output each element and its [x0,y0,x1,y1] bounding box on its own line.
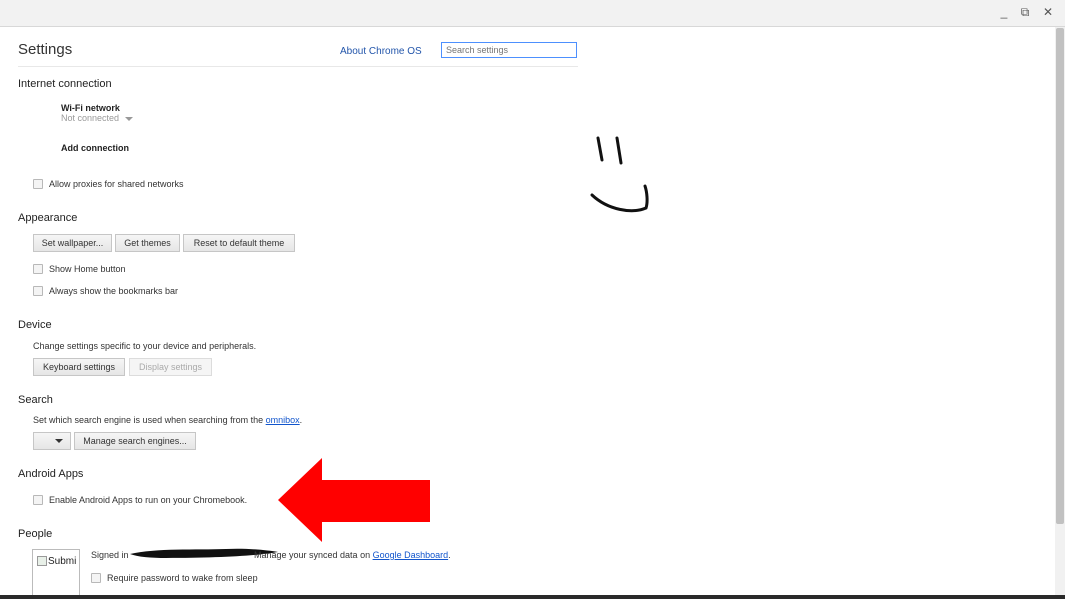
show-home-label[interactable]: Show Home button [49,264,126,274]
chevron-down-icon[interactable] [124,117,133,121]
title-bar [0,0,1065,27]
search-section-title: Search [18,394,53,406]
chevron-down-icon [55,439,63,443]
internet-section-title: Internet connection [18,78,112,90]
device-description: Change settings specific to your device … [33,341,257,351]
avatar[interactable]: Submi [32,549,80,599]
set-wallpaper-button[interactable]: Set wallpaper... [33,234,112,252]
allow-proxies-checkbox[interactable] [33,179,43,189]
restore-icon[interactable]: ⧉ [1017,5,1033,20]
google-dashboard-link[interactable]: Google Dashboard [373,550,449,560]
keyboard-settings-button[interactable]: Keyboard settings [33,358,125,376]
header-divider [18,66,578,67]
require-password-label[interactable]: Require password to wake from sleep [107,573,258,583]
manage-synced-data: Manage your synced data on Google Dashbo… [254,550,451,560]
avatar-alt-text: Submi [48,556,77,567]
manage-search-engines-button[interactable]: Manage search engines... [74,432,196,450]
wifi-status-text: Not connected [61,113,120,123]
minimize-icon[interactable]: _ [996,5,1012,19]
smiley-drawing [590,136,649,213]
red-arrow-annotation [278,458,430,542]
page-title: Settings [18,41,73,58]
get-themes-button[interactable]: Get themes [115,234,180,252]
search-description: Set which search engine is used when sea… [33,415,302,425]
manage-synced-end: . [448,550,451,560]
search-description-end: . [299,415,303,425]
show-bookmarks-checkbox[interactable] [33,286,43,296]
reset-theme-button[interactable]: Reset to default theme [183,234,295,252]
search-engine-select[interactable] [33,432,71,450]
appearance-section-title: Appearance [18,212,78,224]
enable-android-label[interactable]: Enable Android Apps to run on your Chrom… [49,495,247,505]
allow-proxies-label[interactable]: Allow proxies for shared networks [49,179,184,189]
omnibox-link[interactable]: omnibox [266,415,300,425]
broken-image-icon [37,556,47,567]
require-password-checkbox[interactable] [91,573,101,583]
signed-in-prefix: Signed in [91,550,129,560]
bottom-shelf [0,595,1065,599]
search-settings-input[interactable] [441,42,577,58]
enable-android-checkbox[interactable] [33,495,43,505]
people-section-title: People [18,528,53,540]
manage-synced-text: Manage your synced data on [254,550,373,560]
device-section-title: Device [18,319,52,331]
search-description-text: Set which search engine is used when sea… [33,415,266,425]
display-settings-button: Display settings [129,358,212,376]
show-home-checkbox[interactable] [33,264,43,274]
scrollbar-thumb[interactable] [1056,28,1064,524]
add-connection-link[interactable]: Add connection [61,143,129,153]
android-section-title: Android Apps [18,468,84,480]
avatar-broken-image: Submi [37,556,76,567]
wifi-status[interactable]: Not connected [61,113,133,123]
wifi-network-label[interactable]: Wi-Fi network [61,103,120,113]
show-bookmarks-label[interactable]: Always show the bookmarks bar [49,286,178,296]
close-icon[interactable]: ✕ [1040,5,1056,19]
about-chrome-os-link[interactable]: About Chrome OS [340,46,422,57]
